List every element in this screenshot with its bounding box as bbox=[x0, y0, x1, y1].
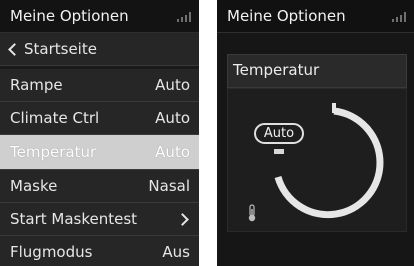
temperature-dial-panel: Auto bbox=[227, 88, 407, 232]
panel-title: Temperatur bbox=[233, 61, 320, 79]
chevron-right-icon bbox=[176, 213, 189, 226]
menu-item-label: Startseite bbox=[24, 40, 97, 58]
menu-item-label: Temperatur bbox=[10, 143, 97, 161]
menu-item-value: Auto bbox=[155, 76, 190, 94]
menu-item-value: Auto bbox=[155, 109, 190, 127]
header: Meine Optionen bbox=[217, 0, 414, 33]
dial-position-marker bbox=[274, 149, 284, 154]
right-screen: Meine Optionen Temperatur Auto bbox=[217, 0, 414, 266]
thermometer-icon bbox=[248, 204, 256, 222]
menu-item-label: Flugmodus bbox=[10, 243, 93, 261]
menu-item-temperatur[interactable]: Temperatur Auto bbox=[0, 135, 199, 170]
header-title: Meine Optionen bbox=[10, 7, 129, 25]
menu-item-value: Auto bbox=[155, 143, 190, 161]
menu-item-start-maskentest[interactable]: Start Maskentest bbox=[0, 203, 199, 236]
header: Meine Optionen bbox=[0, 0, 199, 33]
menu-item-label: Climate Ctrl bbox=[10, 109, 100, 127]
menu-item-label: Start Maskentest bbox=[10, 210, 138, 228]
menu-item-value: Aus bbox=[162, 243, 190, 261]
panel-title-bar: Temperatur bbox=[227, 54, 407, 88]
menu-item-startseite[interactable]: Startseite bbox=[0, 33, 199, 66]
signal-icon bbox=[177, 12, 191, 22]
header-title: Meine Optionen bbox=[227, 7, 346, 25]
signal-icon bbox=[392, 12, 406, 22]
menu-item-value: Nasal bbox=[148, 177, 190, 195]
left-screen: Meine Optionen Startseite Rampe Auto Cli… bbox=[0, 0, 199, 266]
menu-item-label: Rampe bbox=[10, 76, 63, 94]
menu-item-flugmodus[interactable]: Flugmodus Aus bbox=[0, 236, 199, 266]
chevron-left-icon bbox=[8, 43, 21, 56]
menu-item-label: Maske bbox=[10, 177, 58, 195]
menu-item-climate-ctrl[interactable]: Climate Ctrl Auto bbox=[0, 102, 199, 135]
menu-item-rampe[interactable]: Rampe Auto bbox=[0, 69, 199, 102]
menu-item-maske[interactable]: Maske Nasal bbox=[0, 170, 199, 203]
auto-value-badge: Auto bbox=[254, 123, 304, 144]
